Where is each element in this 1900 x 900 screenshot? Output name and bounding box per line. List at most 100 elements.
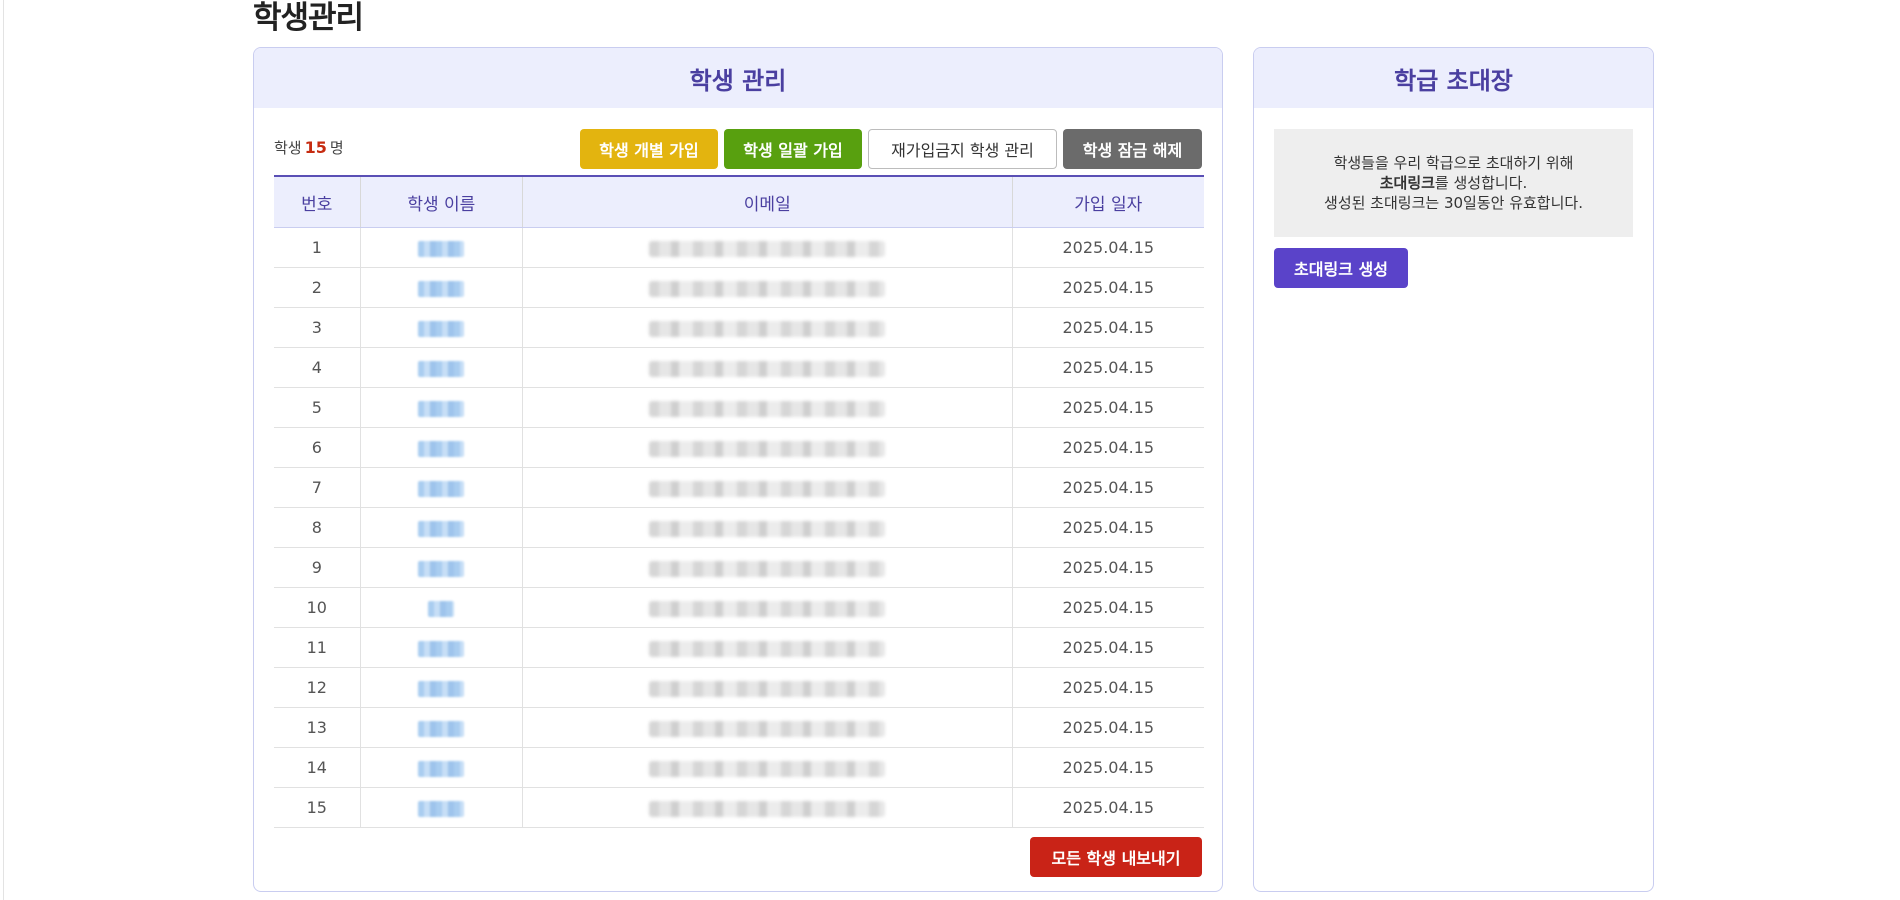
redacted-email	[649, 400, 886, 417]
table-row[interactable]: 2 2025.04.15	[274, 267, 1204, 308]
cell-join-date: 2025.04.15	[1011, 467, 1204, 508]
cell-number: 12	[274, 667, 361, 708]
redacted-name	[418, 480, 465, 497]
class-invitation-header: 학급 초대장	[1254, 48, 1653, 108]
redacted-email	[649, 240, 886, 257]
unlock-student-button[interactable]: 학생 잠금 해제	[1063, 129, 1202, 169]
redacted-name	[418, 280, 465, 297]
redacted-name	[418, 560, 465, 577]
cell-student-name	[359, 267, 523, 308]
redacted-email	[649, 360, 886, 377]
cell-number: 6	[274, 427, 361, 468]
table-row[interactable]: 5 2025.04.15	[274, 387, 1204, 428]
table-row[interactable]: 15 2025.04.15	[274, 787, 1204, 828]
cell-student-name	[359, 707, 523, 748]
create-invite-link-button[interactable]: 초대링크 생성	[1274, 248, 1408, 288]
cell-join-date: 2025.04.15	[1011, 307, 1204, 348]
cell-number: 13	[274, 707, 361, 748]
invitation-info-line-1: 학생들을 우리 학급으로 초대하기 위해	[1333, 154, 1574, 172]
cell-email	[521, 747, 1013, 788]
redacted-email	[649, 800, 886, 817]
page-left-border	[3, 0, 4, 900]
redacted-name	[418, 640, 465, 657]
cell-join-date: 2025.04.15	[1011, 547, 1204, 588]
redacted-name	[418, 240, 465, 257]
redacted-name	[418, 360, 465, 377]
cell-email	[521, 427, 1013, 468]
individual-signup-button[interactable]: 학생 개별 가입	[580, 129, 718, 169]
cell-number: 2	[274, 267, 361, 308]
table-row[interactable]: 10 2025.04.15	[274, 587, 1204, 628]
rejoin-ban-manage-button[interactable]: 재가입금지 학생 관리	[868, 129, 1057, 169]
table-row[interactable]: 14 2025.04.15	[274, 747, 1204, 788]
cell-join-date: 2025.04.15	[1011, 227, 1204, 268]
table-row[interactable]: 6 2025.04.15	[274, 427, 1204, 468]
cell-join-date: 2025.04.15	[1011, 387, 1204, 428]
table-row[interactable]: 7 2025.04.15	[274, 467, 1204, 508]
table-row[interactable]: 1 2025.04.15	[274, 227, 1204, 268]
cell-number: 9	[274, 547, 361, 588]
student-management-panel: 학생 관리 학생 15 명 학생 개별 가입 학생 일괄 가입 재가입금지 학생 관…	[253, 47, 1223, 892]
cell-join-date: 2025.04.15	[1011, 267, 1204, 308]
table-row[interactable]: 3 2025.04.15	[274, 307, 1204, 348]
redacted-email	[649, 600, 886, 617]
column-header-name[interactable]: 학생 이름	[359, 175, 523, 228]
cell-join-date: 2025.04.15	[1011, 747, 1204, 788]
student-toolbar: 학생 15 명 학생 개별 가입 학생 일괄 가입 재가입금지 학생 관리 학생 잠…	[274, 129, 1202, 169]
cell-student-name	[359, 307, 523, 348]
redacted-name	[418, 440, 465, 457]
cell-email	[521, 667, 1013, 708]
cell-email	[521, 267, 1013, 308]
page-title: 학생관리	[253, 0, 364, 36]
cell-number: 1	[274, 227, 361, 268]
cell-join-date: 2025.04.15	[1011, 587, 1204, 628]
table-header-row: 번호 학생 이름 이메일 가입 일자	[274, 175, 1204, 228]
redacted-name	[418, 400, 465, 417]
table-row[interactable]: 12 2025.04.15	[274, 667, 1204, 708]
cell-student-name	[359, 347, 523, 388]
cell-join-date: 2025.04.15	[1011, 627, 1204, 668]
invitation-info-keyword: 초대링크	[1379, 174, 1435, 192]
redacted-email	[649, 680, 886, 697]
cell-email	[521, 547, 1013, 588]
cell-join-date: 2025.04.15	[1011, 707, 1204, 748]
cell-student-name	[359, 227, 523, 268]
cell-number: 8	[274, 507, 361, 548]
table-row[interactable]: 13 2025.04.15	[274, 707, 1204, 748]
column-header-email[interactable]: 이메일	[521, 175, 1013, 228]
cell-email	[521, 387, 1013, 428]
cell-number: 5	[274, 387, 361, 428]
bulk-signup-button[interactable]: 학생 일괄 가입	[724, 129, 862, 169]
redacted-email	[649, 640, 886, 657]
class-invitation-panel: 학급 초대장 학생들을 우리 학급으로 초대하기 위해 초대링크를 생성합니다.…	[1253, 47, 1654, 892]
cell-email	[521, 227, 1013, 268]
student-count: 학생 15 명	[274, 137, 344, 158]
column-header-number[interactable]: 번호	[274, 175, 361, 228]
table-row[interactable]: 11 2025.04.15	[274, 627, 1204, 668]
invitation-info-line-2-rest: 를 생성합니다.	[1434, 174, 1528, 192]
redacted-name	[418, 680, 465, 697]
cell-email	[521, 347, 1013, 388]
redacted-email	[649, 480, 886, 497]
student-management-header: 학생 관리	[254, 48, 1222, 108]
cell-student-name	[359, 787, 523, 828]
redacted-email	[649, 520, 886, 537]
cell-number: 14	[274, 747, 361, 788]
redacted-email	[649, 760, 886, 777]
table-row[interactable]: 8 2025.04.15	[274, 507, 1204, 548]
redacted-email	[649, 560, 886, 577]
cell-student-name	[359, 387, 523, 428]
cell-join-date: 2025.04.15	[1011, 347, 1204, 388]
cell-number: 7	[274, 467, 361, 508]
cell-number: 15	[274, 787, 361, 828]
cell-student-name	[359, 667, 523, 708]
cell-student-name	[359, 587, 523, 628]
table-row[interactable]: 4 2025.04.15	[274, 347, 1204, 388]
table-row[interactable]: 9 2025.04.15	[274, 547, 1204, 588]
column-header-join-date[interactable]: 가입 일자	[1011, 175, 1204, 228]
cell-join-date: 2025.04.15	[1011, 787, 1204, 828]
export-all-students-button[interactable]: 모든 학생 내보내기	[1030, 837, 1202, 877]
cell-student-name	[359, 507, 523, 548]
cell-join-date: 2025.04.15	[1011, 427, 1204, 468]
redacted-name	[418, 520, 465, 537]
